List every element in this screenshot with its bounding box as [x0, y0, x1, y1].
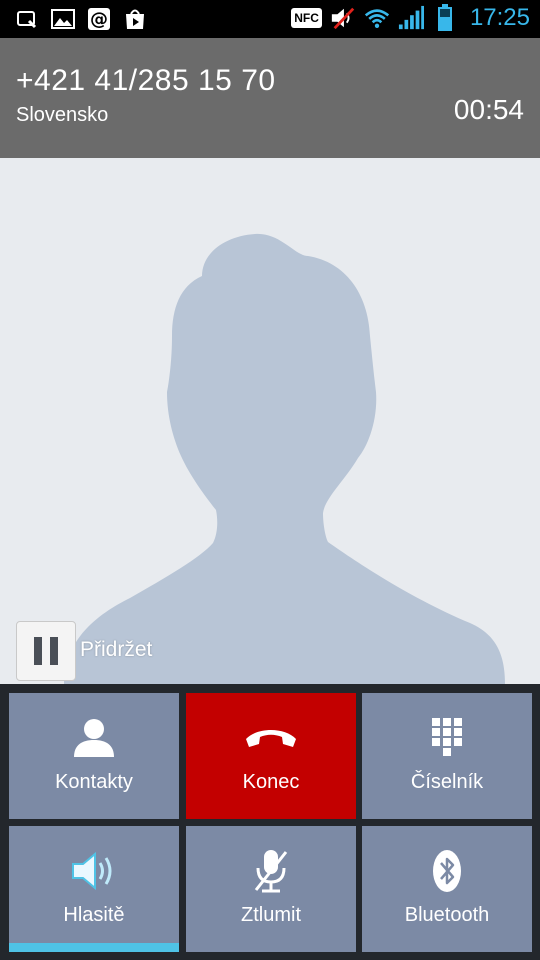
- caller-location: Slovensko: [16, 104, 109, 126]
- bluetooth-icon: [433, 850, 461, 892]
- caller-number: +421 41/285 15 70: [16, 64, 276, 97]
- signal-icon: [398, 5, 424, 31]
- mute-label: Ztlumit: [241, 904, 301, 926]
- email-icon: @: [86, 6, 112, 32]
- nfc-icon: NFC: [291, 8, 322, 28]
- pause-icon: [34, 637, 58, 665]
- play-store-icon: [122, 6, 148, 32]
- speaker-active-indicator: [9, 943, 179, 952]
- speaker-label: Hlasitě: [63, 904, 125, 926]
- sound-muted-icon: [330, 5, 356, 31]
- end-call-label: Konec: [242, 771, 300, 793]
- dialpad-button[interactable]: Číselník: [362, 693, 532, 819]
- contacts-button[interactable]: Kontakty: [9, 693, 179, 819]
- hang-up-phone-icon: [246, 730, 296, 747]
- call-action-grid: Kontakty Konec Číselník Hlasitě Ztlumit …: [0, 684, 540, 960]
- end-call-button[interactable]: Konec: [186, 693, 356, 819]
- microphone-muted-icon: [254, 850, 288, 893]
- default-contact-silhouette: [64, 233, 505, 684]
- speaker-icon: [72, 851, 112, 891]
- wifi-icon: [364, 5, 390, 31]
- svg-text:@: @: [90, 9, 108, 30]
- speaker-button[interactable]: Hlasitě: [9, 826, 179, 952]
- hold-label: Přidržet: [80, 638, 153, 661]
- gallery-icon: [50, 6, 76, 32]
- battery-icon: [432, 4, 458, 31]
- call-header: +421 41/285 15 70 Slovensko 00:54: [0, 38, 540, 158]
- status-bar: @ NFC 17:25: [0, 0, 540, 38]
- dialpad-icon: [432, 718, 462, 756]
- contact-person-icon: [74, 719, 114, 757]
- hold-button[interactable]: [16, 621, 76, 681]
- bluetooth-label: Bluetooth: [404, 904, 490, 926]
- search-app-icon: [14, 6, 40, 32]
- call-duration: 00:54: [453, 94, 524, 125]
- bluetooth-button[interactable]: Bluetooth: [362, 826, 532, 952]
- contacts-label: Kontakty: [55, 771, 133, 793]
- dialpad-label: Číselník: [410, 771, 484, 793]
- contact-photo-area: [0, 158, 540, 684]
- clock: 17:25: [469, 4, 530, 31]
- mute-button[interactable]: Ztlumit: [186, 826, 356, 952]
